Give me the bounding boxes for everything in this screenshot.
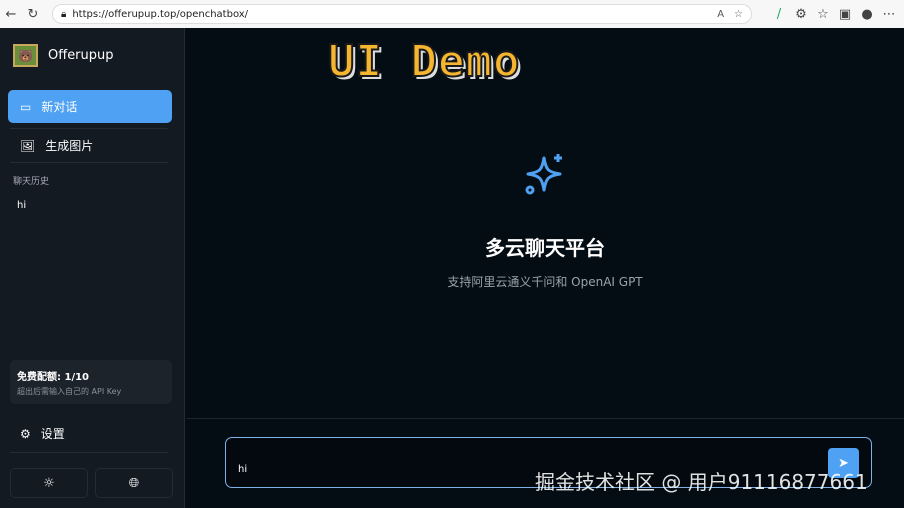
quota-title: 免费配额: 1/10 (17, 372, 90, 383)
sidebar: 🐻 Offerupup ▭ 新对话 🖼︎ 生成图片 聊天历史 hi 免费配额: 1/1… (0, 28, 185, 508)
logo-icon: 🐻 (13, 44, 38, 67)
more-icon[interactable]: ⋯ (878, 7, 900, 22)
page-subtitle: 支持阿里云通义千问和 OpenAI GPT (447, 275, 643, 289)
extensions-icon[interactable]: ⚙ (790, 7, 812, 22)
demo-overlay: UI Demo (327, 35, 521, 88)
read-aloud-icon[interactable]: A (717, 9, 724, 20)
globe-icon: 🌐︎ (128, 475, 140, 491)
history-label: 聊天历史 (13, 177, 50, 187)
favorite-icon[interactable]: ☆ (734, 9, 743, 20)
page-title: 多云聊天平台 (485, 236, 605, 260)
settings-label: 设置 (40, 427, 65, 441)
sun-icon: ☼ (43, 475, 55, 491)
divider (186, 418, 904, 419)
quota-card: 免费配额: 1/10 超出后需输入自己的 API Key (10, 360, 172, 404)
theme-toggle[interactable]: ☼ (10, 468, 88, 498)
settings-button[interactable]: ⚙ 设置 (8, 417, 172, 450)
profile-avatar[interactable]: ● (856, 7, 878, 22)
browser-toolbar: ← ↻ 🔒︎ https://offerupup.top/openchatbox… (0, 0, 904, 28)
collections-icon[interactable]: ▣ (834, 7, 856, 22)
generate-image-button[interactable]: 🖼︎ 生成图片 (8, 129, 172, 162)
lock-icon: 🔒︎ (61, 8, 67, 20)
language-button[interactable]: 🌐︎ (95, 468, 173, 498)
address-bar[interactable]: 🔒︎ https://offerupup.top/openchatbox/ A ☆ (52, 4, 752, 24)
image-icon: 🖼︎ (20, 138, 36, 153)
new-chat-label: 新对话 (41, 100, 78, 114)
watermark: 掘金技术社区 @ 用户91116877661 (535, 470, 868, 494)
new-chat-button[interactable]: ▭ 新对话 (8, 90, 172, 123)
back-icon[interactable]: ← (0, 7, 22, 22)
extension-icon[interactable]: / (768, 7, 790, 22)
favorites-icon[interactable]: ☆ (812, 7, 834, 22)
url-text: https://offerupup.top/openchatbox/ (72, 8, 249, 20)
generate-image-label: 生成图片 (45, 139, 94, 153)
divider (10, 452, 168, 453)
brand-name: Offerupup (48, 48, 114, 63)
brand[interactable]: 🐻 Offerupup (13, 44, 114, 67)
quota-note: 超出后需输入自己的 API Key (17, 387, 122, 396)
divider (10, 162, 168, 163)
gear-icon: ⚙ (20, 426, 31, 441)
chat-icon: ▭ (20, 99, 32, 114)
message-input-value: hi (238, 464, 248, 475)
reload-icon[interactable]: ↻ (22, 7, 44, 22)
sparkle-icon (186, 150, 904, 204)
history-item[interactable]: hi (17, 200, 26, 211)
